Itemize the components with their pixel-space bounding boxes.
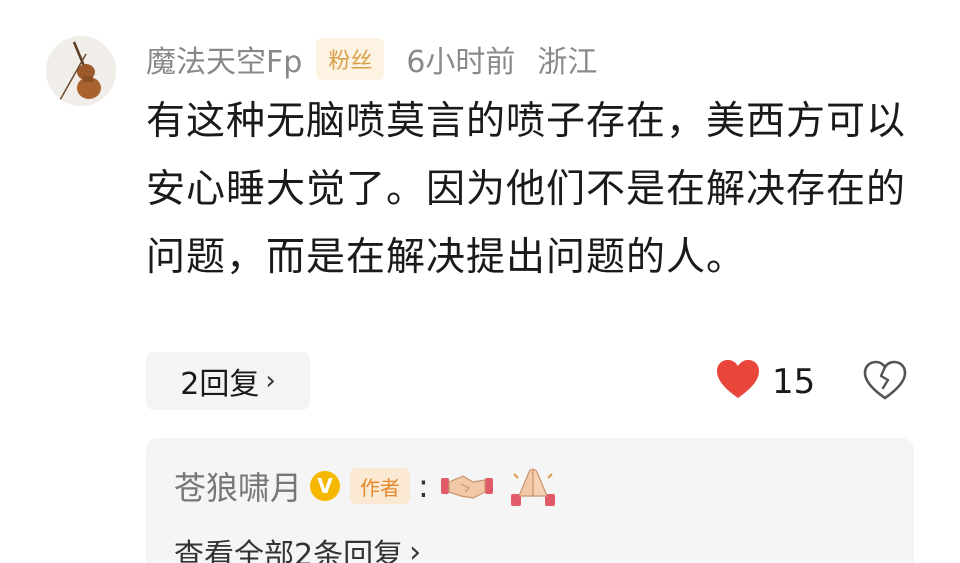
like-count: 15	[772, 362, 816, 402]
author-tag: 作者	[350, 468, 411, 504]
reply-line: 苍狼啸月 V 作者 :	[174, 462, 561, 510]
chevron-right-icon: ›	[265, 366, 276, 396]
replies-button[interactable]: 2回复 ›	[146, 352, 310, 410]
comment-body: 有这种无脑喷莫言的喷子存在，美西方可以安心睡大觉了。因为他们不是在解决存在的问题…	[146, 99, 907, 280]
username[interactable]: 魔法天空Fp	[146, 37, 302, 81]
reply-username[interactable]: 苍狼啸月	[174, 463, 302, 509]
broken-heart-icon[interactable]	[862, 358, 908, 404]
fan-badge: 粉丝	[316, 38, 385, 80]
replies-label: 2回复	[180, 367, 260, 402]
heart-filled-icon[interactable]	[714, 356, 762, 404]
comment-location: 浙江	[537, 45, 598, 80]
chevron-right-icon: ›	[409, 534, 422, 563]
comment-header: 魔法天空Fp 粉丝 6小时前 浙江	[146, 36, 597, 82]
violin-icon	[46, 36, 116, 106]
user-avatar[interactable]	[46, 36, 116, 106]
handshake-emoji-icon	[440, 475, 493, 499]
verified-badge-icon: V	[310, 471, 341, 501]
view-all-label: 查看全部2条回复	[174, 538, 404, 563]
comment-thread: 魔法天空Fp 粉丝 6小时前 浙江 有这种无脑喷莫言的喷子存在，美西方可以安心睡…	[0, 0, 960, 563]
view-all-replies-link[interactable]: 查看全部2条回复 ›	[174, 530, 421, 563]
pray-emoji-icon	[510, 468, 555, 506]
reply-colon: :	[418, 467, 429, 505]
comment-time: 6小时前	[406, 45, 516, 80]
reply-preview[interactable]: 苍狼啸月 V 作者 : 查看全部2条回复 ›	[146, 438, 914, 563]
